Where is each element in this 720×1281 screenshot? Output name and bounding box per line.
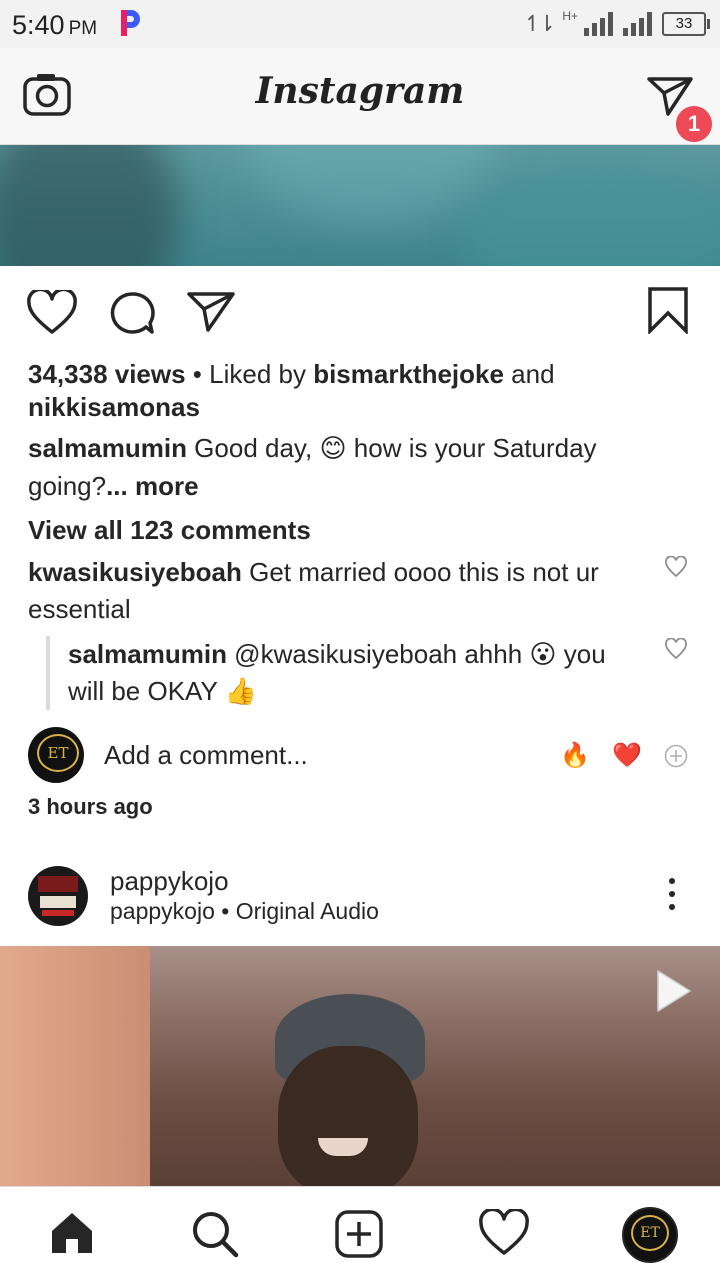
network-type: H+ bbox=[562, 9, 578, 23]
signal-icon-2 bbox=[623, 12, 652, 36]
caption-text: Good day, 😊 how is your Saturday bbox=[186, 433, 597, 463]
comment-like-heart-icon[interactable] bbox=[664, 556, 688, 578]
caption-username[interactable]: salmamumin bbox=[28, 433, 187, 463]
post-username[interactable]: pappykojo bbox=[110, 866, 229, 897]
comment-text: Get married oooo this is not ur bbox=[241, 557, 599, 587]
caption-line-1: salmamumin Good day, 😊 how is your Satur… bbox=[28, 430, 597, 467]
reply-line-2: will be OKAY 👍 bbox=[68, 676, 257, 706]
app-notification-icon bbox=[121, 10, 140, 36]
comment-line-1: kwasikusiyeboah Get married oooo this is… bbox=[28, 554, 599, 591]
reply-text: @kwasikusiyeboah ahhh 😮 you bbox=[226, 639, 606, 669]
pappykojo-avatar[interactable] bbox=[28, 866, 88, 926]
app-header: Instagram 1 bbox=[0, 48, 720, 145]
caption-line-2: going?... more bbox=[28, 471, 199, 501]
search-icon[interactable] bbox=[190, 1209, 240, 1259]
post-timestamp: 3 hours ago bbox=[28, 794, 153, 819]
reply-thread-line bbox=[46, 636, 50, 710]
data-transfer-icon: ↿⇂ bbox=[523, 11, 556, 36]
comment-icon[interactable] bbox=[108, 290, 156, 336]
likes-line-2: nikkisamonas bbox=[28, 389, 200, 426]
caption-more-link[interactable]: ... more bbox=[106, 471, 198, 501]
profile-avatar[interactable]: ET bbox=[622, 1207, 678, 1263]
reply-line-1: salmamumin @kwasikusiyeboah ahhh 😮 you bbox=[68, 636, 606, 673]
bottom-navigation: ET bbox=[0, 1186, 720, 1281]
views-count[interactable]: 34,338 views bbox=[28, 359, 186, 389]
fire-emoji-button[interactable]: 🔥 bbox=[560, 742, 590, 770]
add-emoji-icon[interactable] bbox=[664, 744, 688, 768]
battery-icon: 33 bbox=[662, 12, 710, 36]
next-post-media[interactable] bbox=[0, 946, 720, 1186]
like-heart-icon[interactable] bbox=[26, 290, 78, 336]
clock: 5:40 PM bbox=[12, 10, 98, 40]
home-icon[interactable] bbox=[48, 1209, 96, 1257]
more-options-icon[interactable] bbox=[660, 878, 684, 914]
likes-line: 34,338 views • Liked by bismarkthejoke a… bbox=[28, 359, 555, 389]
status-bar: 5:40 PM ↿⇂ H+ 33 bbox=[0, 0, 720, 48]
new-post-icon[interactable] bbox=[334, 1209, 384, 1259]
post-audio-line[interactable]: pappykojo • Original Audio bbox=[110, 898, 379, 925]
app-logo: Instagram bbox=[255, 70, 465, 112]
heart-emoji-button[interactable]: ❤️ bbox=[612, 742, 642, 770]
activity-icon[interactable] bbox=[478, 1209, 530, 1257]
share-icon[interactable] bbox=[186, 290, 236, 334]
reply-like-heart-icon[interactable] bbox=[664, 638, 688, 660]
dm-notification-badge: 1 bbox=[674, 104, 714, 144]
play-icon[interactable] bbox=[652, 966, 696, 1016]
reply-username[interactable]: salmamumin bbox=[68, 639, 227, 669]
current-user-avatar[interactable]: ET bbox=[28, 727, 84, 783]
liked-by-user[interactable]: bismarkthejoke bbox=[313, 359, 504, 389]
signal-icon bbox=[584, 12, 613, 36]
add-comment-input[interactable]: Add a comment... bbox=[104, 740, 308, 771]
comment-line-2: essential bbox=[28, 594, 131, 624]
status-icons: ↿⇂ H+ 33 bbox=[523, 9, 710, 38]
post-media[interactable] bbox=[0, 145, 720, 266]
liked-by-user-2[interactable]: nikkisamonas bbox=[28, 392, 200, 422]
view-all-comments-link[interactable]: View all 123 comments bbox=[28, 512, 311, 549]
comment-username[interactable]: kwasikusiyeboah bbox=[28, 557, 242, 587]
bookmark-icon[interactable] bbox=[646, 286, 690, 334]
